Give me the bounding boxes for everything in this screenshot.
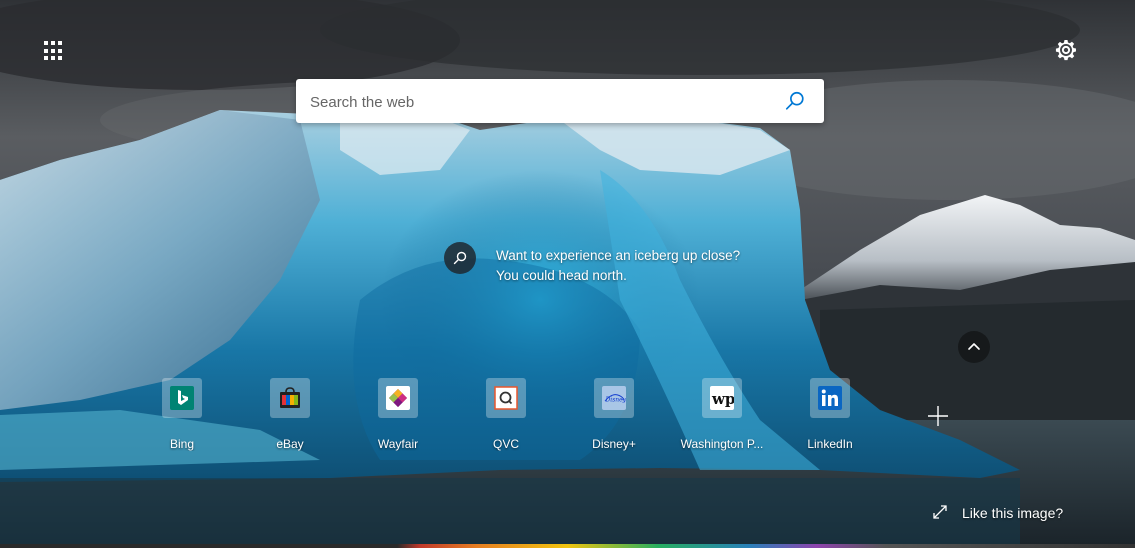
wayfair-icon: [386, 386, 410, 410]
quick-link-label: Disney+: [592, 437, 636, 451]
quick-link-wayfair[interactable]: Wayfair: [344, 377, 452, 457]
quick-link-linkedin[interactable]: LinkedIn: [776, 377, 884, 457]
svg-text:+: +: [621, 398, 625, 404]
image-info-text[interactable]: Want to experience an iceberg up close? …: [496, 246, 740, 286]
quick-link-label: eBay: [276, 437, 304, 451]
app-launcher-icon[interactable]: [44, 41, 64, 61]
image-info-line-2: You could head north.: [496, 268, 627, 283]
expand-icon: [933, 505, 947, 519]
quick-link-icon-box: [162, 378, 202, 418]
ebay-icon: [280, 387, 300, 408]
quick-link-disney-plus[interactable]: Disney + Disney+: [560, 377, 668, 457]
qvc-icon: [494, 386, 518, 410]
quick-link-icon-box: [270, 378, 310, 418]
quick-links: Bing eBay Wayfair QVC Disney + Disney+ w…: [128, 377, 884, 457]
quick-link-washington-post[interactable]: wp Washington P...: [668, 377, 776, 457]
image-info-button[interactable]: [444, 242, 476, 274]
news-feed-peek: [0, 544, 1135, 548]
quick-link-qvc[interactable]: QVC: [452, 377, 560, 457]
search-icon[interactable]: [784, 90, 806, 112]
new-tab-page: Want to experience an iceberg up close? …: [0, 0, 1135, 548]
collapse-button[interactable]: [958, 331, 990, 363]
gear-icon[interactable]: [1053, 37, 1079, 63]
search-input[interactable]: [308, 79, 772, 125]
quick-link-icon-box: [810, 378, 850, 418]
quick-link-label: Bing: [169, 437, 195, 451]
quick-link-label: LinkedIn: [807, 437, 853, 451]
search-icon: [453, 251, 467, 265]
chevron-up-icon: [968, 343, 980, 350]
quick-link-icon-box: Disney +: [594, 378, 634, 418]
quick-link-label: Washington P...: [680, 437, 764, 451]
quick-link-icon-box: wp: [702, 378, 742, 418]
like-this-image-label: Like this image?: [962, 505, 1064, 521]
search-box: [296, 79, 824, 125]
bing-icon: [170, 386, 194, 410]
plus-icon[interactable]: [926, 404, 950, 428]
quick-link-ebay[interactable]: eBay: [236, 377, 344, 457]
quick-link-icon-box: [378, 378, 418, 418]
disney-plus-icon: Disney +: [602, 386, 626, 410]
linkedin-icon: [818, 386, 842, 410]
quick-link-icon-box: [486, 378, 526, 418]
washington-post-icon: wp: [710, 386, 734, 410]
quick-link-label: QVC: [492, 437, 519, 451]
quick-link-bing[interactable]: Bing: [128, 377, 236, 457]
svg-text:wp: wp: [711, 390, 734, 408]
image-info-line-1: Want to experience an iceberg up close?: [496, 248, 741, 263]
quick-link-label: Wayfair: [377, 437, 419, 451]
